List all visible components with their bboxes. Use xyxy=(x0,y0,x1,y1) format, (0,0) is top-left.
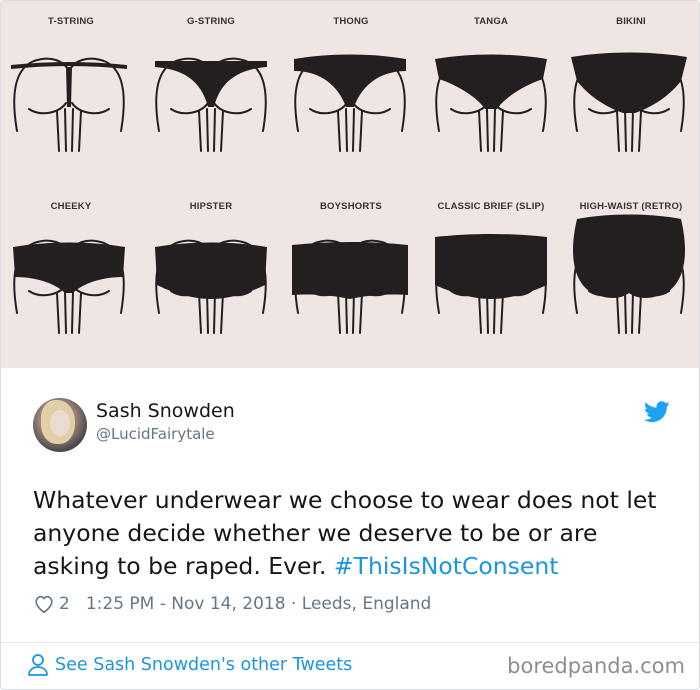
tweet-text: Whatever underwear we choose to wear doe… xyxy=(33,484,673,583)
garment-high-waist xyxy=(573,214,685,298)
author-name[interactable]: Sash Snowden xyxy=(96,400,235,422)
divider xyxy=(1,642,699,643)
style-label-thong: THONG xyxy=(333,16,369,27)
garment-bikini xyxy=(571,52,687,113)
style-label-tanga: TANGA xyxy=(473,16,509,27)
timestamp-link[interactable]: 1:25 PM - Nov 14, 2018 xyxy=(86,594,286,614)
tweet-meta: 2 1:25 PM - Nov 14, 2018 · Leeds, Englan… xyxy=(33,591,431,617)
garment-classic-brief xyxy=(435,234,547,299)
watermark: boredpanda.com xyxy=(507,654,685,678)
meta-separator: · xyxy=(285,594,302,614)
garment-tanga xyxy=(435,54,547,109)
author-handle[interactable]: @LucidFairytale xyxy=(96,425,215,443)
underwear-styles-image: T-STRING G-STRING THONG TANGA BIKINI CHE… xyxy=(1,1,699,368)
avatar[interactable] xyxy=(33,398,87,452)
style-label-hipster: HIPSTER xyxy=(189,201,233,212)
style-label-boyshorts: BOYSHORTS xyxy=(320,201,382,212)
style-label-classic-brief: CLASSIC BRIEF (SLIP) xyxy=(437,201,545,212)
location: Leeds, England xyxy=(301,594,432,614)
heart-icon[interactable] xyxy=(33,593,55,615)
style-label-t-string: T-STRING xyxy=(48,16,94,27)
garment-thong xyxy=(294,54,406,107)
twitter-bird-icon[interactable] xyxy=(644,401,670,423)
other-tweets-label[interactable]: See Sash Snowden's other Tweets xyxy=(55,655,352,675)
style-label-g-string: G-STRING xyxy=(186,16,236,27)
style-label-cheeky: CHEEKY xyxy=(50,201,92,212)
tweet-header: Sash Snowden @LucidFairytale xyxy=(33,398,673,454)
like-count[interactable]: 2 xyxy=(59,594,70,614)
style-label-high-waist: HIGH-WAIST (RETRO) xyxy=(579,201,683,212)
tweet-card: T-STRING G-STRING THONG TANGA BIKINI CHE… xyxy=(0,0,700,690)
garment-t-string xyxy=(11,62,127,107)
garment-cheeky xyxy=(13,242,125,293)
person-icon xyxy=(28,654,48,676)
garment-g-string xyxy=(155,61,267,107)
underwear-illustrations xyxy=(11,52,687,334)
hashtag-link[interactable]: #ThisIsNotConsent xyxy=(334,552,559,580)
garment-hipster xyxy=(155,242,267,299)
garment-boyshorts xyxy=(292,242,408,299)
style-label-bikini: BIKINI xyxy=(616,16,646,27)
other-tweets-link[interactable]: See Sash Snowden's other Tweets xyxy=(27,653,352,677)
